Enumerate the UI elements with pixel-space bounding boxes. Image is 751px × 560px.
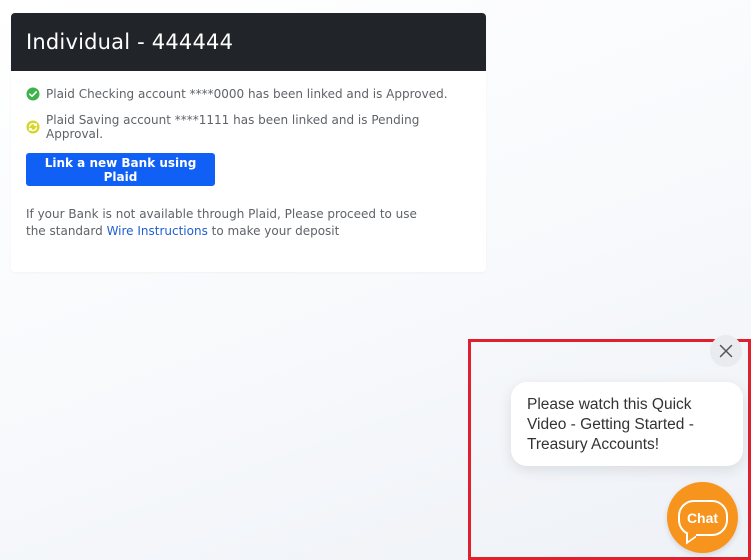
link-bank-plaid-button[interactable]: Link a new Bank using Plaid bbox=[26, 153, 215, 186]
pending-circle-icon bbox=[26, 120, 40, 134]
account-status-pending: Plaid Saving account ****1111 has been l… bbox=[26, 113, 471, 141]
account-status-approved: Plaid Checking account ****0000 has been… bbox=[26, 86, 471, 102]
close-icon bbox=[719, 344, 733, 358]
wire-instructions-link[interactable]: Wire Instructions bbox=[107, 224, 208, 238]
page-title: Individual - 444444 bbox=[26, 30, 234, 54]
chat-bubble-tail bbox=[685, 526, 696, 545]
note-suffix: to make your deposit bbox=[207, 224, 340, 238]
card-body: Plaid Checking account ****0000 has been… bbox=[11, 71, 486, 240]
chat-button-label: Chat bbox=[686, 509, 719, 526]
wire-instructions-note: If your Bank is not available through Pl… bbox=[26, 206, 426, 240]
account-card: Individual - 444444 Plaid Checking accou… bbox=[11, 13, 486, 272]
chat-message-bubble[interactable]: Please watch this Quick Video - Getting … bbox=[511, 382, 743, 466]
chat-message-text: Please watch this Quick Video - Getting … bbox=[527, 396, 694, 453]
account-status-text: Plaid Checking account ****0000 has been… bbox=[46, 87, 448, 101]
chat-close-button[interactable] bbox=[710, 335, 742, 367]
check-circle-icon bbox=[26, 87, 40, 101]
chat-launcher-button[interactable]: Chat bbox=[667, 482, 738, 553]
note-line1: If your Bank is not available through Pl… bbox=[26, 207, 417, 221]
account-status-text: Plaid Saving account ****1111 has been l… bbox=[46, 113, 420, 141]
note-prefix: the standard bbox=[26, 224, 107, 238]
card-header: Individual - 444444 bbox=[11, 13, 486, 71]
chat-bubble-icon: Chat bbox=[677, 499, 728, 545]
